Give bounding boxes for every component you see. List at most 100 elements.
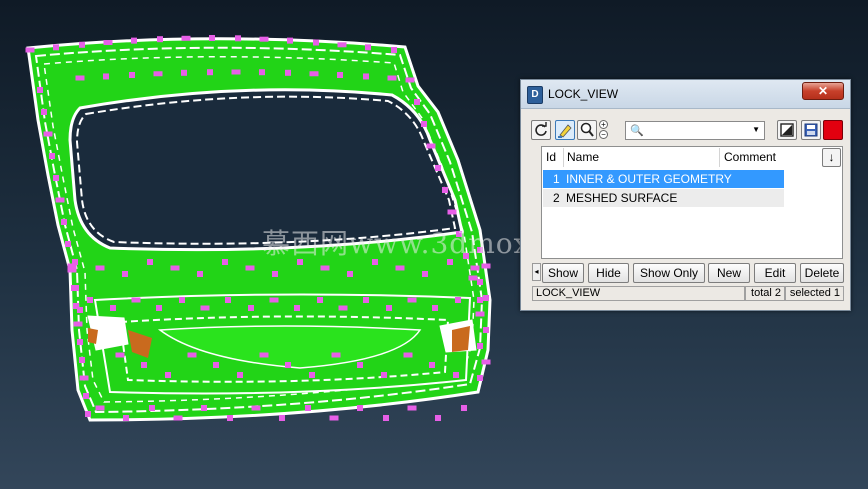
weld-point xyxy=(103,40,113,46)
weld-point xyxy=(461,405,467,411)
column-header-comment[interactable]: Comment xyxy=(720,148,784,167)
weld-point xyxy=(477,297,483,303)
weld-point xyxy=(197,271,203,277)
zoom-out-step[interactable]: − xyxy=(599,130,608,139)
highlight-button[interactable] xyxy=(555,120,575,140)
weld-point xyxy=(41,109,47,115)
display-button[interactable] xyxy=(777,120,797,140)
search-combobox[interactable]: 🔍 ▼ xyxy=(625,121,765,140)
status-view-name: LOCK_VIEW xyxy=(532,286,745,301)
weld-point xyxy=(331,352,341,358)
column-header-name[interactable]: Name xyxy=(564,148,720,167)
weld-point xyxy=(53,175,59,181)
weld-point xyxy=(309,71,319,77)
weld-point xyxy=(481,263,491,269)
weld-point xyxy=(387,75,397,81)
weld-point xyxy=(357,405,363,411)
weld-point xyxy=(209,35,215,41)
weld-point xyxy=(470,265,480,271)
row-name: INNER & OUTER GEOMETRY xyxy=(566,172,732,186)
weld-point xyxy=(279,415,285,421)
hide-button[interactable]: Hide xyxy=(588,263,629,283)
list-row[interactable]: 2 MESHED SURFACE xyxy=(543,189,784,207)
weld-point xyxy=(259,69,265,76)
delete-button[interactable]: Delete xyxy=(800,263,844,283)
weld-point xyxy=(251,405,261,411)
row-id: 2 xyxy=(553,191,560,205)
weld-point xyxy=(435,415,441,421)
list-row[interactable]: 1 INNER & OUTER GEOMETRY xyxy=(543,170,784,188)
save-button[interactable] xyxy=(801,120,821,140)
row-name: MESHED SURFACE xyxy=(566,191,678,205)
close-button[interactable]: ✕ xyxy=(802,82,844,100)
show-only-button[interactable]: Show Only xyxy=(633,263,705,283)
show-button[interactable]: Show xyxy=(542,263,584,283)
color-swatch-button[interactable] xyxy=(823,120,843,140)
weld-point xyxy=(363,297,369,303)
right-reinforcement xyxy=(452,326,470,352)
weld-point xyxy=(71,285,77,291)
weld-point xyxy=(432,305,438,311)
new-button[interactable]: New xyxy=(708,263,750,283)
weld-point xyxy=(156,305,162,311)
weld-point xyxy=(285,362,291,368)
weld-point xyxy=(79,357,85,363)
weld-point xyxy=(75,75,85,81)
weld-point xyxy=(141,362,147,368)
weld-point xyxy=(49,153,55,159)
tailgate-model[interactable] xyxy=(25,35,492,422)
weld-point xyxy=(435,165,441,171)
chevron-down-icon[interactable]: ▼ xyxy=(752,125,760,134)
weld-point xyxy=(294,305,300,311)
weld-point xyxy=(363,73,369,80)
row-id: 1 xyxy=(553,172,560,186)
arrow-down-icon: ↓ xyxy=(828,150,835,164)
display-icon xyxy=(780,123,794,137)
refresh-button[interactable] xyxy=(531,120,551,140)
weld-point xyxy=(103,73,109,80)
weld-point xyxy=(317,297,323,303)
weld-point xyxy=(201,405,207,411)
weld-point xyxy=(447,209,457,215)
weld-point xyxy=(187,352,197,358)
zoom-button[interactable] xyxy=(577,120,597,140)
app-icon: D xyxy=(527,86,543,104)
weld-point xyxy=(338,305,348,311)
weld-point xyxy=(287,37,293,44)
weld-point xyxy=(337,42,347,48)
view-list[interactable]: Id Name Comment ↓ 1 INNER & OUTER GEOMET… xyxy=(541,146,843,259)
dialog-title: LOCK_VIEW xyxy=(548,87,619,101)
weld-point xyxy=(83,393,89,399)
weld-point xyxy=(477,247,483,253)
zoom-in-step[interactable]: + xyxy=(599,120,608,129)
weld-point xyxy=(285,69,291,76)
weld-point xyxy=(313,39,319,46)
weld-point xyxy=(153,71,163,77)
status-selected: selected 1 xyxy=(785,286,844,301)
weld-point xyxy=(235,35,241,42)
weld-point xyxy=(395,265,405,271)
scroll-left-button[interactable]: ◂ xyxy=(532,263,541,281)
edit-button[interactable]: Edit xyxy=(754,263,796,283)
action-buttons: ◂ Show Hide Show Only New Edit Delete xyxy=(532,263,844,283)
column-header-id[interactable]: Id xyxy=(543,148,564,167)
weld-point xyxy=(179,297,185,303)
save-icon xyxy=(804,123,818,137)
weld-point xyxy=(213,362,219,368)
sort-button[interactable]: ↓ xyxy=(822,148,841,167)
weld-point xyxy=(422,271,428,277)
weld-point xyxy=(237,372,243,378)
zoom-steps-icon[interactable]: + − xyxy=(599,120,609,140)
weld-point xyxy=(231,69,241,75)
weld-point xyxy=(181,69,187,76)
highlighter-icon xyxy=(558,124,572,138)
weld-point xyxy=(77,339,83,345)
weld-point xyxy=(173,415,183,421)
weld-point xyxy=(269,297,279,303)
title-bar[interactable]: D LOCK_VIEW ✕ xyxy=(521,80,850,109)
weld-point xyxy=(468,275,478,281)
weld-point xyxy=(405,77,415,83)
weld-point xyxy=(147,259,153,265)
weld-point xyxy=(73,303,79,309)
weld-point xyxy=(414,99,420,105)
